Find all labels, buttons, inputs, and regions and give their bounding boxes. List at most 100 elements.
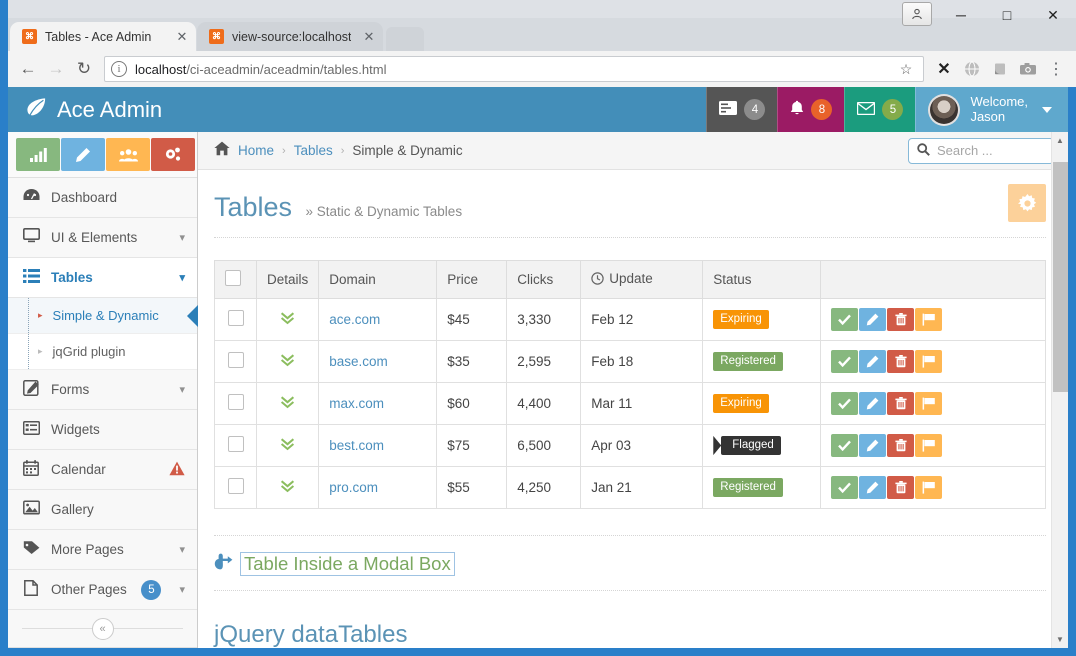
edit-shortcut[interactable]	[61, 138, 105, 171]
sidebar-item-forms[interactable]: Forms ▾	[8, 370, 197, 410]
flag-action[interactable]	[915, 476, 943, 499]
domain-link[interactable]: best.com	[329, 438, 384, 453]
notifications-menu[interactable]: 8	[777, 87, 845, 132]
sidebar-item-simple-dynamic[interactable]: ▸ Simple & Dynamic	[8, 298, 197, 334]
sidebar-item-calendar[interactable]: Calendar	[8, 450, 197, 490]
address-bar[interactable]: i localhost/ci-aceadmin/aceadmin/tables.…	[104, 56, 924, 82]
home-icon[interactable]	[214, 141, 230, 160]
edit-action[interactable]	[859, 392, 887, 415]
back-button[interactable]: ←	[14, 55, 42, 83]
browser-menu-button[interactable]: ⋮	[1042, 55, 1070, 83]
row-checkbox[interactable]	[227, 436, 244, 452]
th-details[interactable]: Details	[255, 260, 320, 299]
table-row[interactable]: ace.com $45 3,330 Feb 12 Expiring	[214, 298, 1046, 341]
flag-action[interactable]	[915, 350, 943, 373]
flag-action[interactable]	[915, 434, 943, 457]
scrollbar-track[interactable]	[1052, 149, 1069, 631]
chevron-down-icon[interactable]	[1042, 106, 1052, 113]
messages-menu[interactable]: 5	[844, 87, 916, 132]
chevron-down-icon[interactable]: ▾	[179, 383, 185, 396]
profile-icon[interactable]	[902, 2, 932, 26]
th-update[interactable]: Update	[580, 260, 704, 299]
tasks-menu[interactable]: 4	[706, 87, 778, 132]
delete-action[interactable]	[887, 434, 915, 457]
settings-shortcut[interactable]	[151, 138, 195, 171]
maximize-button[interactable]: □	[984, 0, 1030, 30]
chevron-down-icon[interactable]: ▾	[179, 583, 185, 596]
reload-button[interactable]: ↻	[70, 55, 98, 83]
flag-action[interactable]	[915, 308, 943, 331]
tab-close-icon[interactable]: ✕	[361, 29, 377, 45]
approve-action[interactable]	[831, 434, 859, 457]
sidebar-item-gallery[interactable]: Gallery	[8, 490, 197, 530]
approve-action[interactable]	[831, 350, 859, 373]
page-capture-extension-icon[interactable]	[986, 55, 1014, 83]
row-details-cell[interactable]	[255, 424, 320, 467]
chevron-down-icon[interactable]: ▾	[179, 543, 185, 556]
th-clicks[interactable]: Clicks	[506, 260, 582, 299]
users-shortcut[interactable]	[106, 138, 150, 171]
user-menu[interactable]: Welcome, Jason	[915, 87, 1068, 132]
table-in-modal-link[interactable]: Table Inside a Modal Box	[240, 552, 455, 577]
browser-tab-1[interactable]: ⌘ Tables - Ace Admin ✕	[10, 22, 196, 51]
sidebar-item-ui-elements[interactable]: UI & Elements ▾	[8, 218, 197, 258]
forward-button[interactable]: →	[42, 55, 70, 83]
row-details-cell[interactable]	[255, 298, 320, 341]
edit-action[interactable]	[859, 350, 887, 373]
row-checkbox[interactable]	[227, 352, 244, 368]
table-row[interactable]: best.com $75 6,500 Apr 03 Flagged	[214, 424, 1046, 467]
new-tab-button[interactable]	[386, 27, 424, 51]
domain-link[interactable]: pro.com	[329, 480, 378, 495]
delete-action[interactable]	[887, 308, 915, 331]
scroll-down-arrow[interactable]: ▼	[1052, 631, 1069, 648]
browser-tab-2[interactable]: ⌘ view-source:localhost/ci- ✕	[197, 22, 383, 51]
row-checkbox[interactable]	[227, 478, 244, 494]
page-scrollbar[interactable]: ▲ ▼	[1051, 132, 1068, 648]
table-row[interactable]: base.com $35 2,595 Feb 18 Registered	[214, 340, 1046, 383]
scroll-up-arrow[interactable]: ▲	[1052, 132, 1069, 149]
row-details-cell[interactable]	[255, 340, 320, 383]
chevron-down-icon[interactable]: ▾	[179, 271, 185, 284]
row-details-cell[interactable]	[255, 466, 320, 509]
collapse-icon[interactable]: «	[91, 617, 114, 640]
settings-button[interactable]	[1008, 184, 1046, 222]
bookmark-star-icon[interactable]: ☆	[895, 61, 917, 78]
stats-shortcut[interactable]	[16, 138, 60, 171]
th-domain[interactable]: Domain	[318, 260, 438, 299]
select-all-checkbox[interactable]	[225, 270, 241, 286]
breadcrumb-link-home[interactable]: Home	[238, 143, 274, 158]
expand-details-icon[interactable]	[280, 395, 295, 412]
sidebar-item-tables[interactable]: Tables ▾	[8, 258, 197, 298]
table-row[interactable]: pro.com $55 4,250 Jan 21 Registered	[214, 466, 1046, 509]
table-row[interactable]: max.com $60 4,400 Mar 11 Expiring	[214, 382, 1046, 425]
x-extension-icon[interactable]: ✕	[930, 55, 958, 83]
app-brand[interactable]: Ace Admin	[8, 97, 198, 123]
delete-action[interactable]	[887, 350, 915, 373]
sidebar-collapse-toggle[interactable]: «	[8, 610, 197, 648]
search-box[interactable]	[908, 137, 1054, 164]
edit-action[interactable]	[859, 434, 887, 457]
edit-action[interactable]	[859, 308, 887, 331]
chevron-down-icon[interactable]: ▾	[179, 231, 185, 244]
flag-action[interactable]	[915, 392, 943, 415]
site-info-icon[interactable]: i	[111, 61, 127, 77]
th-price[interactable]: Price	[436, 260, 508, 299]
expand-details-icon[interactable]	[280, 353, 295, 370]
minimize-button[interactable]: ─	[938, 0, 984, 30]
row-checkbox[interactable]	[227, 310, 244, 326]
sidebar-item-other-pages[interactable]: Other Pages 5 ▾	[8, 570, 197, 610]
sidebar-item-jqgrid-plugin[interactable]: ▸ jqGrid plugin	[8, 334, 197, 370]
edit-action[interactable]	[859, 476, 887, 499]
domain-link[interactable]: max.com	[329, 396, 384, 411]
th-status[interactable]: Status	[702, 260, 822, 299]
domain-link[interactable]: base.com	[329, 354, 388, 369]
camera-extension-icon[interactable]	[1014, 55, 1042, 83]
approve-action[interactable]	[831, 308, 859, 331]
breadcrumb-link-tables[interactable]: Tables	[294, 143, 333, 158]
approve-action[interactable]	[831, 476, 859, 499]
delete-action[interactable]	[887, 392, 915, 415]
search-input[interactable]	[937, 143, 1045, 158]
expand-details-icon[interactable]	[280, 311, 295, 328]
scrollbar-thumb[interactable]	[1052, 162, 1068, 392]
delete-action[interactable]	[887, 476, 915, 499]
